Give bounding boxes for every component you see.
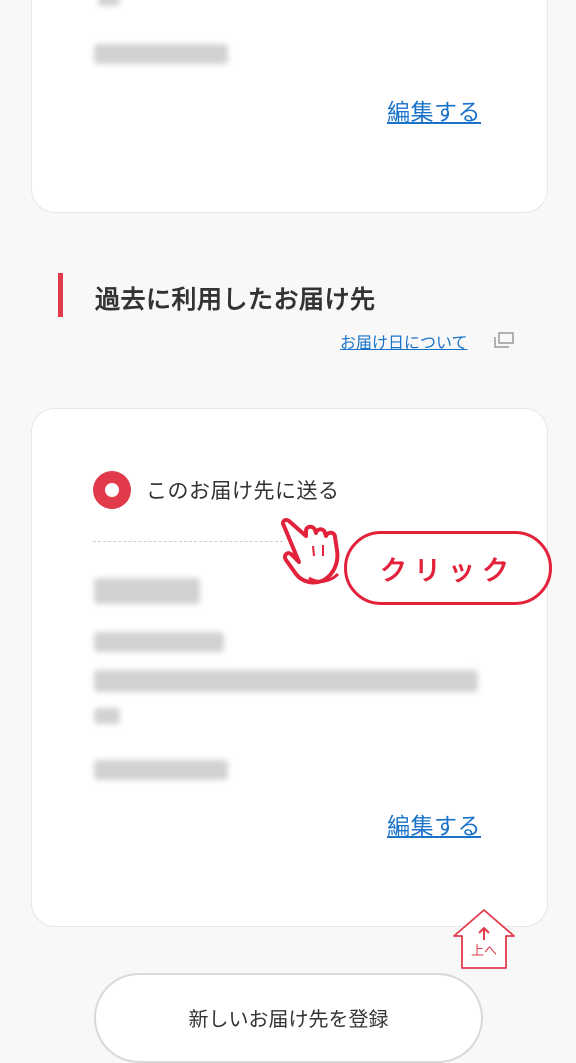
new-window-icon (494, 332, 514, 348)
blurred-name (94, 578, 200, 604)
blurred-address-line (94, 670, 478, 692)
edit-button[interactable]: 編集する (387, 807, 481, 841)
scroll-to-top-label: 上へ (470, 944, 497, 959)
blurred-phone (94, 44, 228, 64)
blurred-text (98, 0, 120, 6)
scroll-to-top-button[interactable]: 上へ (450, 906, 518, 976)
radio-label: このお届け先に送る (146, 479, 340, 503)
delivery-date-info-link[interactable]: お届け日について (340, 329, 468, 353)
section-title: 過去に利用したお届け先 (95, 285, 376, 314)
send-to-address-option[interactable]: このお届け先に送る (93, 471, 340, 509)
click-callout: クリック (344, 531, 552, 605)
house-outline-icon (453, 909, 515, 969)
blurred-postal-code (94, 632, 224, 652)
register-new-address-button[interactable]: 新しいお届け先を登録 (94, 973, 483, 1063)
divider (93, 541, 283, 542)
section-accent-bar (58, 273, 63, 317)
blurred-phone (94, 760, 228, 780)
register-new-address-label: 新しいお届け先を登録 (188, 1007, 389, 1031)
edit-button[interactable]: 編集する (387, 93, 481, 127)
blurred-address-line-2 (94, 708, 120, 724)
radio-selected-icon[interactable] (93, 471, 131, 509)
